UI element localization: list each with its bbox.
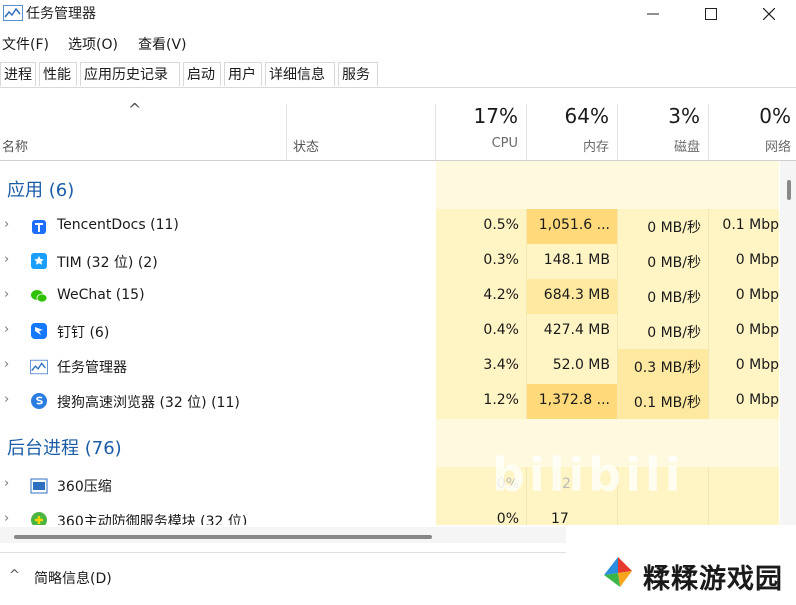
table-row[interactable]: › 360主动防御服务模块 (32 位) [0,502,780,525]
process-name: 钉钉 (6) [57,325,110,341]
disk-value: 0 MB/秒 [647,290,701,306]
task-manager-app-icon [3,5,23,21]
process-name: WeChat (15) [57,287,145,303]
memory-value: 684.3 MB [543,287,610,303]
cpu-value: 0% [496,511,519,525]
site-watermark-text: 糅糅游戏园 [643,564,783,595]
cpu-percent: 17% [473,104,518,128]
horizontal-scroll-thumb[interactable] [14,535,432,539]
memory-value: 148.1 MB [543,252,610,268]
bilibili-watermark: bilibili [492,448,685,502]
disk-value: 0 MB/秒 [647,220,701,236]
group-background-title[interactable]: 后台进程 (76) [7,434,122,460]
memory-value: 52.0 MB [552,357,610,373]
wechat-icon [31,290,48,303]
cpu-value: 0.4% [483,322,519,338]
disk-value: 0 MB/秒 [647,325,701,341]
close-icon [763,8,775,20]
disk-value: 0.3 MB/秒 [633,360,701,376]
memory-value: 17 [551,511,569,525]
network-value: 0 Mbp [735,392,779,408]
tab-users[interactable]: 用户 [224,62,262,86]
network-value: 0 Mbp [735,252,779,268]
disk-percent: 3% [668,104,700,128]
column-cpu[interactable]: CPU [436,136,518,151]
tab-startup[interactable]: 启动 [183,62,221,86]
cpu-value: 3.4% [483,357,519,373]
expand-chevron-icon[interactable]: › [4,511,9,525]
cpu-value: 1.2% [483,392,519,408]
maximize-button[interactable] [682,0,740,28]
expand-chevron-icon[interactable]: › [4,392,9,407]
expand-chevron-icon[interactable]: › [4,357,9,372]
memory-value: 427.4 MB [543,322,610,338]
expand-chevron-icon[interactable]: › [4,322,9,337]
vertical-scrollbar[interactable] [780,161,796,525]
process-name: 任务管理器 [57,360,127,376]
process-name: TIM (32 位) (2) [57,255,158,271]
expand-chevron-icon[interactable]: › [4,287,9,302]
cpu-value: 0.3% [483,252,519,268]
disk-value: 0.1 MB/秒 [633,395,701,411]
tab-performance[interactable]: 性能 [39,62,77,86]
maximize-icon [705,8,717,20]
process-name: 搜狗高速浏览器 (32 位) (11) [57,395,240,411]
column-disk[interactable]: 磁盘 [618,136,700,155]
column-name[interactable]: 名称 [2,136,28,155]
window-title: 任务管理器 [26,6,96,22]
menu-view[interactable]: 查看(V) [138,34,187,54]
taskmanager-icon [30,359,48,375]
menu-file[interactable]: 文件(F) [2,34,49,54]
network-value: 0 Mbp [735,287,779,303]
group-row-shade [436,161,779,209]
menu-options[interactable]: 选项(O) [68,34,118,54]
network-percent: 0% [759,104,791,128]
minimize-button[interactable] [624,0,682,28]
tab-details[interactable]: 详细信息 [265,62,335,86]
group-apps-title[interactable]: 应用 (6) [7,176,74,202]
tab-app-history[interactable]: 应用历史记录 [80,62,180,86]
process-name: 360主动防御服务模块 (32 位) [57,514,248,525]
column-separator[interactable] [286,104,287,160]
memory-value: 1,372.8 ... [538,392,610,408]
360zip-icon [30,478,48,494]
disk-value: 0 MB/秒 [647,255,701,271]
memory-value: 1,051.6 ... [538,217,610,233]
vertical-scroll-thumb[interactable] [787,180,791,200]
360-defense-icon [31,512,47,525]
cpu-value: 0.5% [483,217,519,233]
expand-chevron-icon[interactable]: › [4,217,9,232]
network-value: 0 Mbp [735,322,779,338]
fewer-details-link[interactable]: 简略信息(D) [34,568,112,588]
site-logo-icon [604,557,632,587]
tab-processes[interactable]: 进程 [0,62,36,86]
minimize-icon [647,13,659,15]
tim-icon [31,253,47,269]
network-value: 0.1 Mbp [722,217,779,233]
cpu-value: 4.2% [483,287,519,303]
network-value: 0 Mbp [735,357,779,373]
expand-chevron-icon[interactable]: › [4,252,9,267]
tencentdocs-icon [32,220,46,234]
collapse-chevron-icon[interactable]: ^ [9,568,20,583]
column-memory[interactable]: 内存 [527,136,609,155]
memory-percent: 64% [564,104,609,128]
sort-indicator: ^ [128,100,142,119]
close-button[interactable] [740,0,796,28]
process-name: TencentDocs (11) [57,217,179,233]
process-name: 360压缩 [57,479,112,495]
column-network[interactable]: 网络 [709,136,791,155]
dingtalk-icon [31,323,47,339]
tab-services[interactable]: 服务 [338,62,378,86]
sogou-browser-icon [31,393,47,409]
column-status[interactable]: 状态 [293,136,319,155]
expand-chevron-icon[interactable]: › [4,476,9,491]
